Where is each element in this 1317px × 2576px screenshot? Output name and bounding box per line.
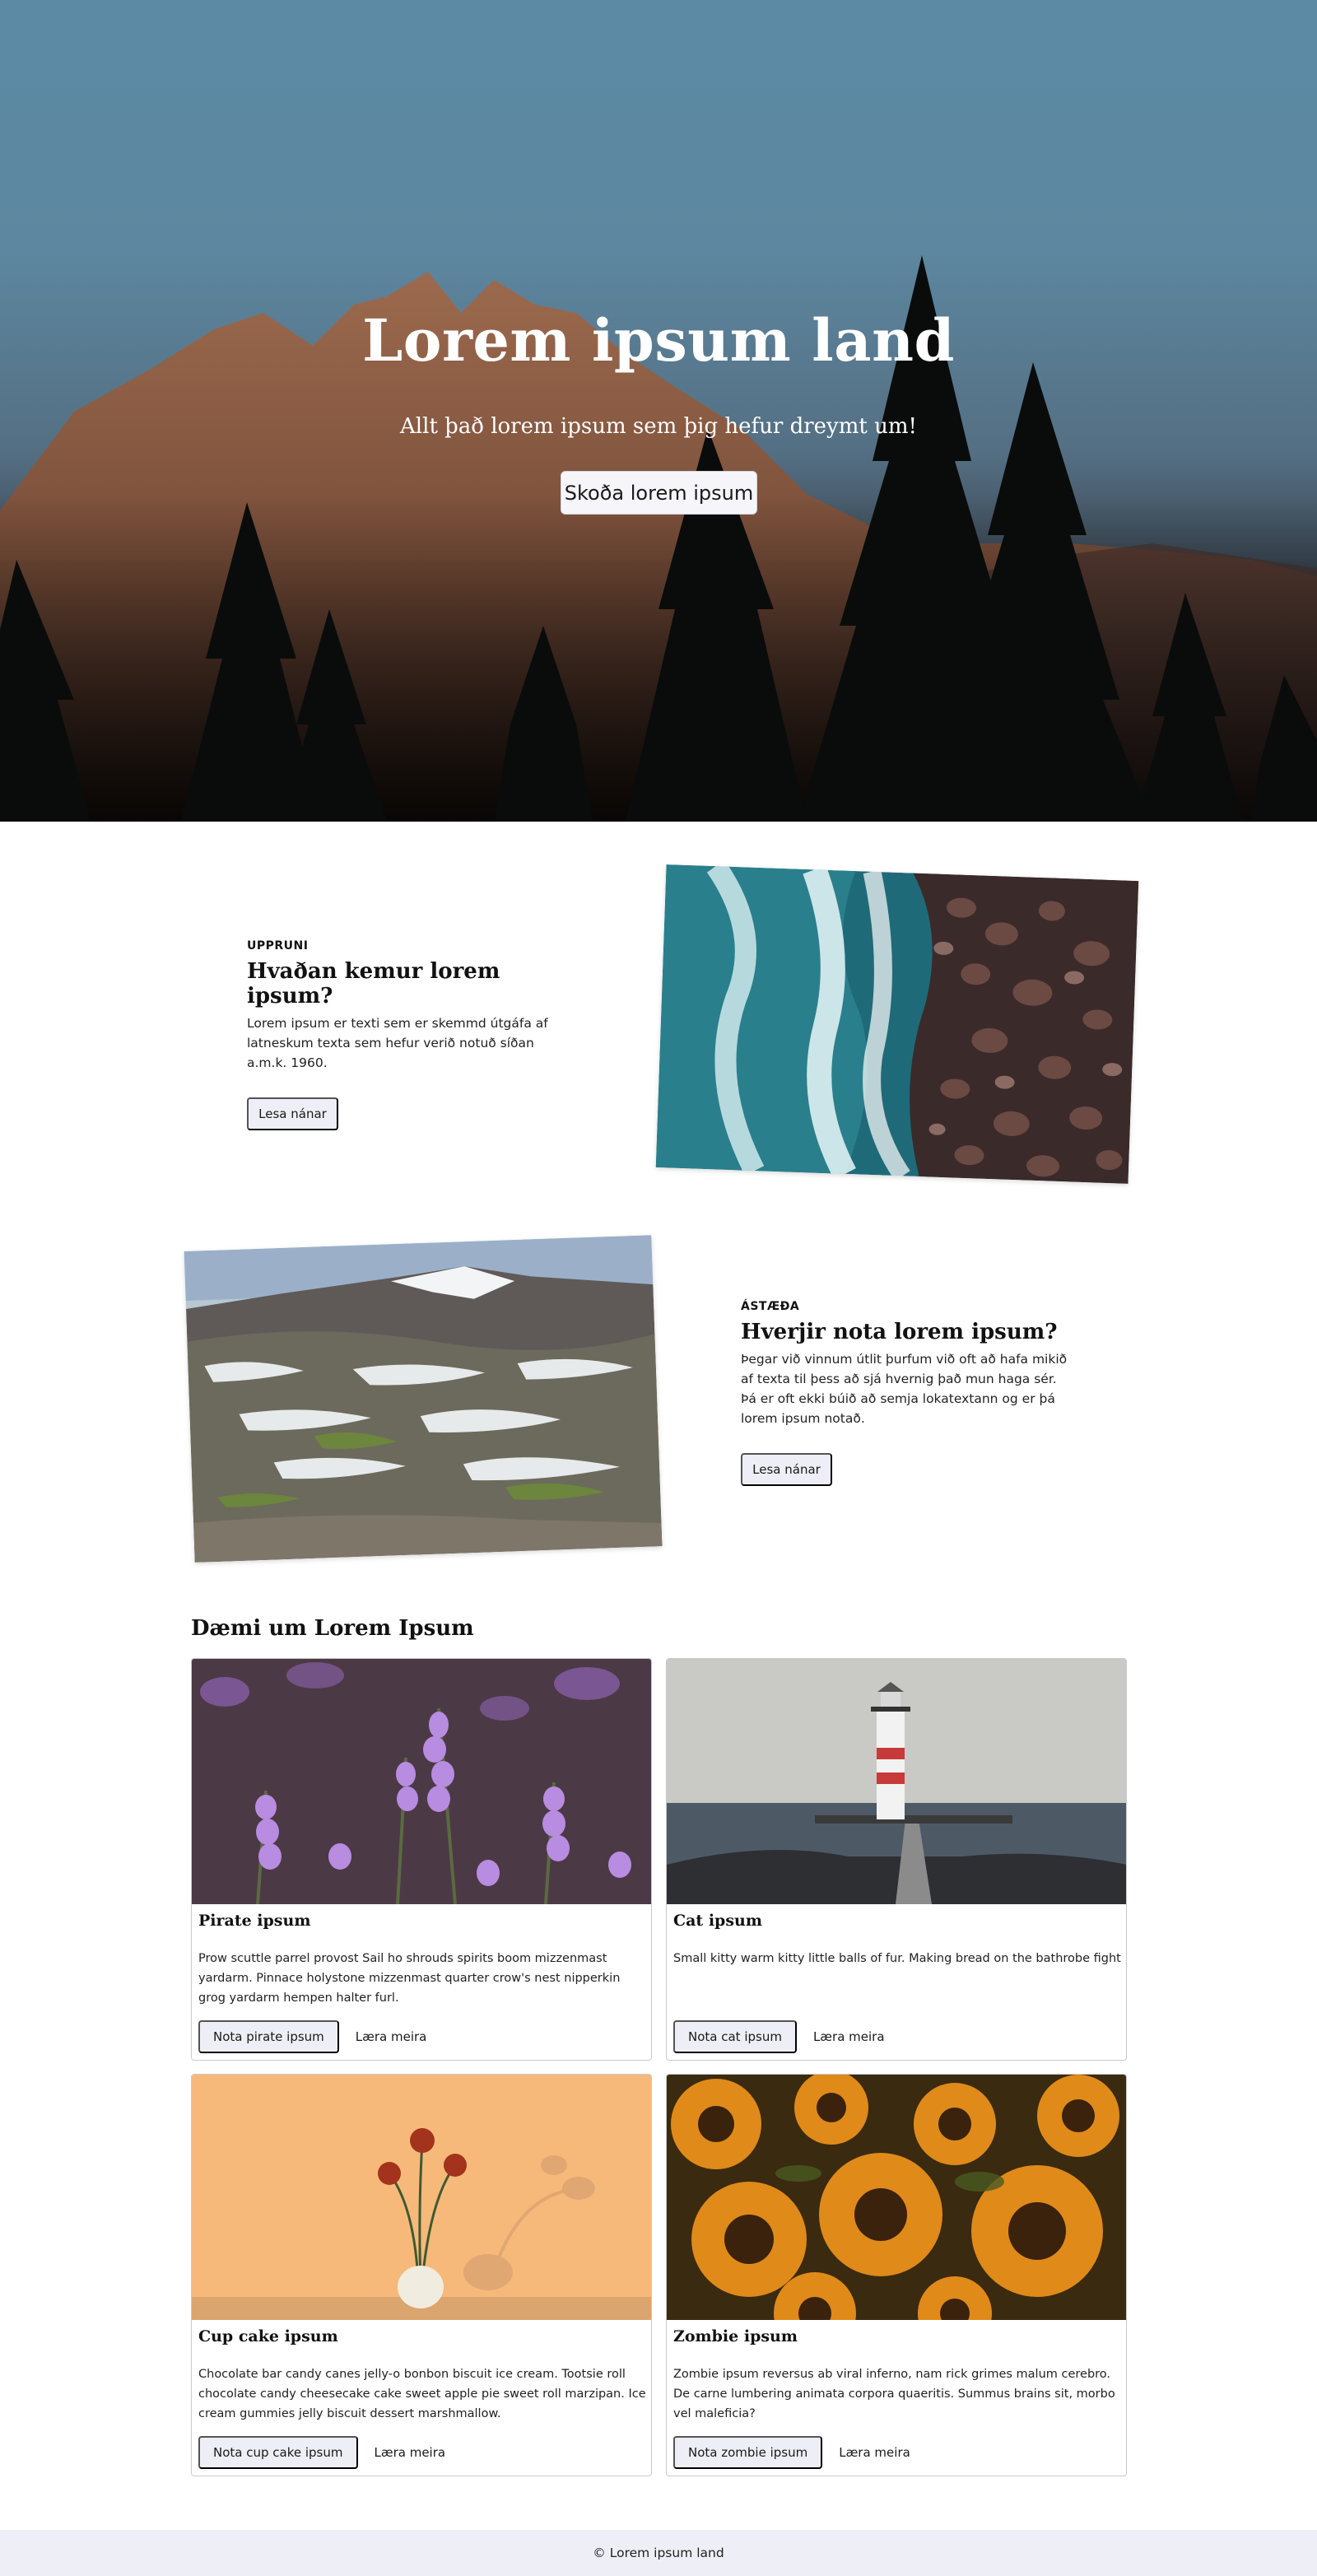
example-card-cat: Cat ipsum Small kitty warm kitty little … [666, 1658, 1127, 2061]
feature-title: Hvaðan kemur lorem ipsum? [247, 959, 500, 1009]
learn-more-link[interactable]: Læra meira [834, 2445, 915, 2460]
example-card-zombie: Zombie ipsum Zombie ipsum reversus ab vi… [666, 2074, 1127, 2476]
feature-body: Lorem ipsum er texti sem er skemmd útgáf… [247, 1016, 548, 1070]
feature-eyebrow: ÁSTÆÐA [741, 1300, 800, 1313]
card-image [667, 1659, 1126, 1904]
read-more-button[interactable]: Lesa nánar [247, 1097, 338, 1130]
card-actions: Nota cat ipsum Læra meira [673, 2020, 890, 2053]
feature-reason: ÁSTÆÐA Hverjir nota lorem ipsum? Þegar v… [741, 1300, 1070, 1486]
lighthouse-photo [667, 1659, 1126, 1904]
feature-eyebrow: UPPRUNI [247, 939, 309, 953]
hero-subtitle: Allt það lorem ipsum sem þig hefur dreym… [400, 414, 917, 439]
use-ipsum-button[interactable]: Nota cat ipsum [673, 2020, 797, 2053]
card-image [667, 2075, 1126, 2320]
examples-section-title: Dæmi um Lorem Ipsum [191, 1616, 474, 1641]
snowy-mountains-image [184, 1235, 663, 1563]
learn-more-link[interactable]: Læra meira [808, 2029, 890, 2044]
card-title: Zombie ipsum [673, 2327, 798, 2345]
card-title: Cat ipsum [673, 1912, 762, 1930]
use-ipsum-button[interactable]: Nota pirate ipsum [198, 2020, 339, 2053]
card-title: Cup cake ipsum [198, 2327, 338, 2345]
ocean-rocks-image [655, 864, 1139, 1184]
card-image [192, 1659, 651, 1904]
read-more-button[interactable]: Lesa nánar [741, 1453, 832, 1486]
card-body: Prow scuttle parrel provost Sail ho shro… [198, 1952, 621, 2005]
card-title: Pirate ipsum [198, 1912, 311, 1930]
card-actions: Nota cup cake ipsum Læra meira [198, 2436, 450, 2469]
footer-copyright: © Lorem ipsum land [593, 2546, 724, 2560]
learn-more-link[interactable]: Læra meira [370, 2445, 451, 2460]
hero-cta-button[interactable]: Skoða lorem ipsum [561, 471, 757, 515]
example-card-cupcake: Cup cake ipsum Chocolate bar candy canes… [191, 2074, 652, 2476]
card-body: Zombie ipsum reversus ab viral inferno, … [673, 2368, 1115, 2420]
card-actions: Nota zombie ipsum Læra meira [673, 2436, 915, 2469]
sunflowers-photo [667, 2075, 1126, 2320]
hero-banner: Lorem ipsum land Allt það lorem ipsum se… [0, 0, 1317, 822]
card-actions: Nota pirate ipsum Læra meira [198, 2020, 431, 2053]
card-body: Chocolate bar candy canes jelly-o bonbon… [198, 2368, 646, 2420]
snowy-mountains-photo [184, 1235, 663, 1563]
example-card-pirate: Pirate ipsum Prow scuttle parrel provost… [191, 1658, 652, 2061]
lavender-photo [192, 1659, 651, 1904]
page-footer: © Lorem ipsum land [0, 2530, 1317, 2576]
learn-more-link[interactable]: Læra meira [351, 2029, 432, 2044]
card-image [192, 2075, 651, 2320]
feature-origin: UPPRUNI Hvaðan kemur lorem ipsum? Lorem … [247, 939, 560, 1130]
card-body: Small kitty warm kitty little balls of f… [673, 1952, 1121, 1965]
feature-body: Þegar við vinnum útlit þurfum við oft að… [741, 1352, 1068, 1426]
mountain-forest-background-image [0, 255, 1317, 822]
use-ipsum-button[interactable]: Nota cup cake ipsum [198, 2436, 358, 2469]
feature-title: Hverjir nota lorem ipsum? [741, 1320, 1058, 1344]
hero-title: Lorem ipsum land [362, 306, 955, 375]
ocean-rocks-photo [655, 864, 1139, 1184]
use-ipsum-button[interactable]: Nota zombie ipsum [673, 2436, 823, 2469]
flower-vase-photo [192, 2075, 651, 2320]
